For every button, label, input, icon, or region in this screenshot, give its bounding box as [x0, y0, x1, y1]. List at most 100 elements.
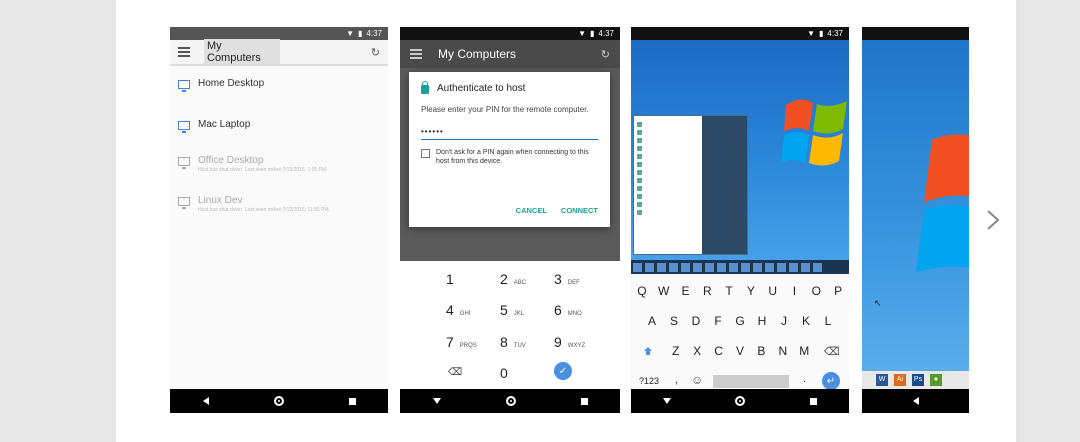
screenshot-host-list: ▼ ▮ 4:37 My Computers ↻ Home Desktop Mac… [170, 27, 388, 413]
key-w[interactable]: W [653, 284, 675, 298]
key-e[interactable]: E [675, 284, 697, 298]
status-bar [862, 27, 969, 40]
remote-desktop-view[interactable]: ↖ [862, 40, 969, 387]
host-name: Linux Dev [198, 195, 243, 206]
nav-bar [170, 389, 388, 413]
key-0[interactable]: 0 [500, 365, 508, 381]
home-icon[interactable] [735, 396, 746, 406]
windows-logo-icon [916, 134, 969, 272]
battery-icon: ▮ [358, 29, 363, 38]
recents-icon[interactable] [809, 397, 817, 405]
start-menu[interactable] [633, 115, 748, 255]
key-v[interactable]: V [729, 344, 750, 358]
key-m[interactable]: M [794, 344, 815, 358]
lock-icon [421, 81, 429, 94]
key-9[interactable]: 9 WXYZ [554, 334, 585, 350]
key-k[interactable]: K [795, 314, 817, 328]
period-key[interactable]: . [803, 373, 806, 385]
wifi-icon: ▼ [346, 29, 355, 38]
key-7[interactable]: 7 PRQS [446, 334, 477, 350]
screenshot-remote-desktop-full: ↖ W Ai Ps ● [862, 27, 969, 413]
key-j[interactable]: J [773, 314, 795, 328]
host-item[interactable]: Office Desktop Host has shut down. Last … [178, 155, 328, 173]
key-g[interactable]: G [729, 314, 751, 328]
hide-keyboard-icon[interactable] [432, 398, 441, 404]
keyboard-row-1: QWERTYUIOP [631, 284, 849, 298]
key-2[interactable]: 2 ABC [500, 271, 526, 287]
key-3[interactable]: 3 DEF [554, 271, 580, 287]
shift-icon[interactable] [643, 346, 653, 356]
host-item[interactable]: Linux Dev Host has shut down. Last seen … [178, 195, 330, 213]
refresh-icon[interactable]: ↻ [601, 48, 610, 61]
key-x[interactable]: X [686, 344, 707, 358]
hide-keyboard-icon[interactable] [663, 398, 672, 404]
key-f[interactable]: F [707, 314, 729, 328]
key-1[interactable]: 1 [446, 271, 460, 287]
connect-button[interactable]: CONNECT [561, 206, 598, 215]
key-p[interactable]: P [827, 284, 849, 298]
app-title: My Computers [438, 47, 517, 61]
keyboard-row-3: ZXCVBNM [665, 344, 815, 358]
key-u[interactable]: U [762, 284, 784, 298]
auth-dialog: Authenticate to host Please enter your P… [409, 72, 610, 227]
key-5[interactable]: 5 JKL [500, 302, 524, 318]
key-h[interactable]: H [751, 314, 773, 328]
monitor-icon [178, 121, 190, 133]
numeric-keypad: 1 2 ABC 3 DEF 4 GHI 5 JKL 6 MNO 7 PRQS 8 TUV 9W… [400, 261, 620, 389]
screenshot-pin-dialog: ▼ ▮ 4:37 My Computers ↻ Authenticate to … [400, 27, 620, 413]
key-o[interactable]: O [805, 284, 827, 298]
dialog-message: Please enter your PIN for the remote com… [421, 105, 589, 114]
done-icon[interactable]: ✓ [554, 362, 572, 380]
refresh-icon[interactable]: ↻ [371, 46, 380, 59]
back-icon[interactable] [202, 397, 209, 405]
comma-key[interactable]: , [675, 374, 678, 386]
soft-keyboard: QWERTYUIOP ASDFGHJKL ZXCVBNM ⌫ ?123 , ☺ … [631, 274, 849, 390]
app-title: My Computers [204, 39, 280, 65]
backspace-icon[interactable]: ⌫ [448, 367, 462, 378]
emoji-icon[interactable]: ☺ [691, 373, 703, 387]
screenshot-carousel: ▼ ▮ 4:37 My Computers ↻ Home Desktop Mac… [170, 27, 969, 413]
back-icon[interactable] [912, 397, 919, 405]
key-n[interactable]: N [772, 344, 793, 358]
key-6[interactable]: 6 MNO [554, 302, 582, 318]
recents-icon[interactable] [348, 397, 356, 405]
key-b[interactable]: B [751, 344, 772, 358]
recents-icon[interactable] [580, 397, 588, 405]
host-item[interactable]: Home Desktop [178, 78, 265, 92]
nav-bar [400, 389, 620, 413]
key-z[interactable]: Z [665, 344, 686, 358]
menu-icon[interactable] [178, 47, 190, 57]
key-8[interactable]: 8 TUV [500, 334, 526, 350]
key-r[interactable]: R [696, 284, 718, 298]
key-i[interactable]: I [784, 284, 806, 298]
host-name: Mac Laptop [198, 119, 251, 130]
key-d[interactable]: D [685, 314, 707, 328]
chevron-right-icon[interactable] [984, 209, 1002, 231]
home-icon[interactable] [505, 396, 516, 406]
key-c[interactable]: C [708, 344, 729, 358]
remember-checkbox[interactable] [421, 149, 430, 158]
key-4[interactable]: 4 GHI [446, 302, 470, 318]
host-item[interactable]: Mac Laptop [178, 119, 251, 133]
enter-icon[interactable]: ↵ [822, 372, 840, 390]
home-icon[interactable] [273, 396, 284, 406]
monitor-icon [178, 197, 190, 209]
cancel-button[interactable]: CANCEL [516, 206, 547, 215]
key-a[interactable]: A [641, 314, 663, 328]
monitor-icon [178, 80, 190, 92]
host-name: Home Desktop [198, 78, 265, 89]
windows-taskbar: W Ai Ps ● [862, 371, 969, 389]
keyboard-row-2: ASDFGHJKL [631, 314, 849, 328]
symbols-key[interactable]: ?123 [639, 376, 659, 386]
pin-input[interactable]: •••••• [421, 127, 598, 140]
backspace-icon[interactable]: ⌫ [824, 345, 840, 358]
key-l[interactable]: L [817, 314, 839, 328]
key-s[interactable]: S [663, 314, 685, 328]
key-y[interactable]: Y [740, 284, 762, 298]
key-t[interactable]: T [718, 284, 740, 298]
remote-desktop-view[interactable] [631, 40, 849, 274]
app-bar: My Computers ↻ [400, 40, 620, 68]
menu-icon[interactable] [410, 49, 422, 59]
key-q[interactable]: Q [631, 284, 653, 298]
space-bar[interactable] [713, 375, 789, 388]
